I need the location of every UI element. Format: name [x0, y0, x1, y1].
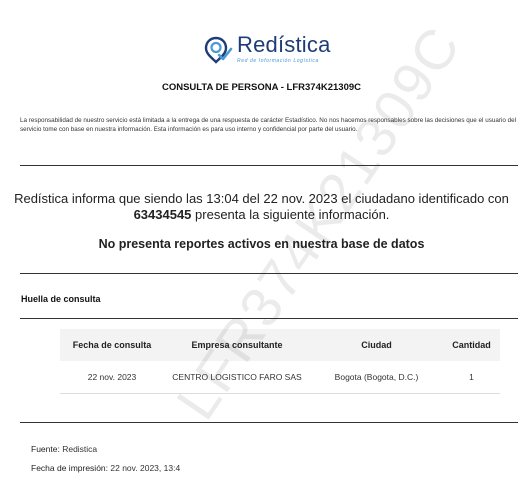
footer-print-date: Fecha de impresión: 22 nov. 2023, 13:4 — [31, 463, 180, 473]
table-header: Fecha de consulta Empresa consultante Ci… — [60, 329, 500, 361]
document-title: CONSULTA DE PERSONA - LFR374K21309C — [161, 82, 361, 93]
column-header-quantity: Cantidad — [452, 340, 491, 350]
status-message: No presenta reportes activos en nuestra … — [98, 237, 425, 251]
document-header: Redística Red de Información Logística C… — [0, 0, 523, 140]
cell-date: 22 nov. 2023 — [87, 372, 137, 382]
cell-city: Bogota (Bogota, D.C.) — [334, 372, 419, 382]
print-date-value: 22 nov. 2023, 13:4 — [110, 463, 181, 473]
location-pin-check-icon — [204, 36, 233, 64]
column-header-city: Ciudad — [361, 340, 392, 350]
source-label: Fuente: — [31, 444, 60, 454]
divider-section — [20, 318, 518, 319]
footer-source: Fuente: Redistica — [31, 444, 97, 454]
cell-quantity: 1 — [469, 372, 474, 382]
divider-top — [20, 165, 518, 166]
result-statement: Redística informa que siendo las 13:04 d… — [0, 191, 523, 223]
result-suffix: presenta la siguiente información. — [195, 207, 390, 222]
table-row: 22 nov. 2023 CENTRO LOGISTICO FARO SAS B… — [60, 361, 500, 394]
print-date-label: Fecha de impresión: — [31, 463, 109, 473]
cell-company: CENTRO LOGISTICO FARO SAS — [172, 372, 302, 382]
section-title: Huella de consulta — [21, 294, 101, 304]
result-intro: Redística informa que siendo las 13:04 d… — [14, 191, 509, 206]
brand-tagline: Red de Información Logística — [237, 58, 319, 64]
brand-logo: Redística Red de Información Logística — [203, 34, 331, 64]
divider-bottom — [20, 422, 518, 423]
source-value: Redistica — [62, 444, 98, 454]
column-header-company: Empresa consultante — [191, 340, 283, 350]
brand-name: Redística — [237, 32, 331, 57]
divider-middle — [20, 273, 518, 274]
column-header-date: Fecha de consulta — [72, 340, 152, 350]
disclaimer-text: La responsabilidad de nuestro servicio e… — [20, 117, 516, 133]
query-trace-table: Fecha de consulta Empresa consultante Ci… — [60, 329, 500, 394]
citizen-id: 63434545 — [133, 207, 192, 222]
